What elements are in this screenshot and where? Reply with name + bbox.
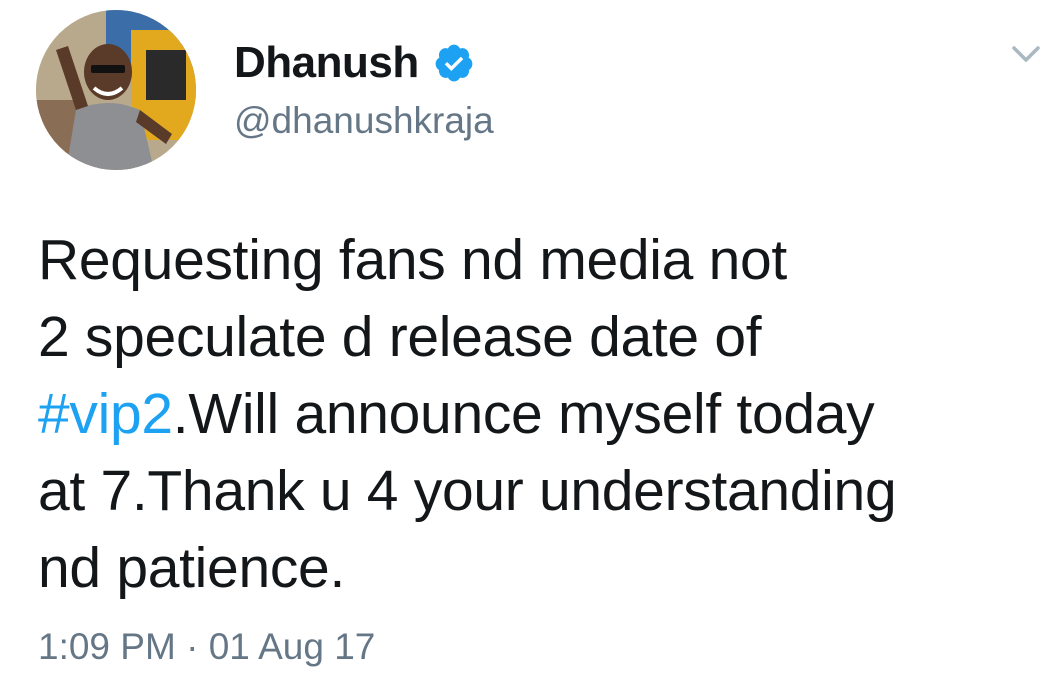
display-name[interactable]: Dhanush: [234, 38, 419, 88]
tweet-line: at 7.Thank u 4 your understanding: [38, 459, 897, 523]
user-handle[interactable]: @dhanushkraja: [234, 100, 494, 142]
hashtag-link[interactable]: #vip2: [38, 382, 173, 446]
tweet-card: Dhanush @dhanushkraja Requesting fans nd…: [0, 0, 1060, 700]
timestamp-separator: ·: [186, 626, 199, 667]
name-row: Dhanush: [234, 34, 494, 92]
avatar[interactable]: [36, 10, 196, 170]
tweet-line: #vip2.Will announce myself today: [38, 376, 1048, 453]
tweet-line-rest: .Will announce myself today: [172, 382, 875, 446]
tweet-date: 01 Aug 17: [208, 626, 376, 667]
verified-badge-icon: [433, 42, 475, 84]
tweet-line: Requesting fans nd media not: [38, 228, 787, 292]
tweet-time: 1:09 PM: [38, 626, 176, 667]
tweet-line: 2 speculate d release date of: [38, 305, 762, 369]
tweet-header: Dhanush @dhanushkraja: [234, 34, 494, 142]
tweet-line: nd patience.: [38, 536, 345, 600]
tweet-text: Requesting fans nd media not 2 speculate…: [38, 222, 1048, 607]
chevron-down-icon[interactable]: [1004, 38, 1048, 70]
tweet-timestamp[interactable]: 1:09 PM · 01 Aug 17: [38, 626, 375, 668]
avatar-photo-icon: [36, 10, 196, 170]
